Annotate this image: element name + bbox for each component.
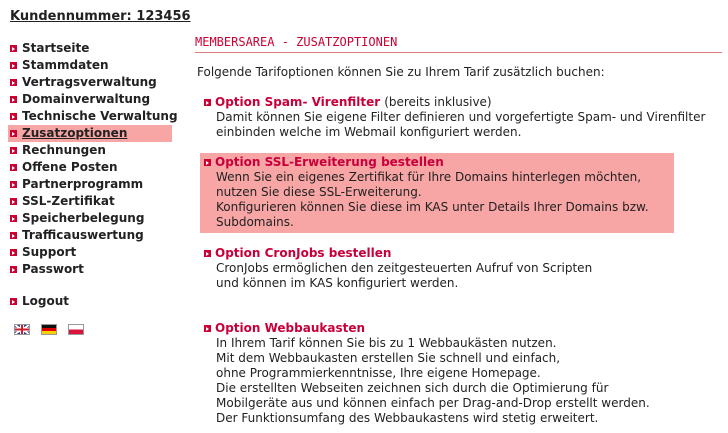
- description-line: einbinden welche im Webmail konfiguriert…: [216, 125, 522, 139]
- nav-item-label: Technische Verwaltung: [22, 109, 178, 123]
- arrow-bullet-icon: [10, 147, 17, 154]
- description-line: nutzen Sie diese SSL-Erweiterung.: [216, 185, 422, 199]
- english-flag-icon[interactable]: [14, 324, 30, 335]
- arrow-bullet-icon: [10, 113, 17, 120]
- nav-item-trafficauswertung[interactable]: Trafficauswertung: [8, 227, 172, 244]
- option-description: Wenn Sie ein eigenes Zertifikat für Ihre…: [204, 170, 670, 230]
- nav-item-label: Domainverwaltung: [22, 92, 151, 106]
- nav-item-label: Stammdaten: [22, 58, 109, 72]
- arrow-bullet-icon: [10, 232, 17, 239]
- description-line: Der Funktionsumfang des Webbaukastens wi…: [216, 411, 599, 425]
- description-line: In Ihrem Tarif können Sie bis zu 1 Webba…: [216, 336, 557, 350]
- arrow-bullet-icon: [10, 130, 17, 137]
- language-selector: [14, 324, 84, 335]
- description-line: und können im KAS konfiguriert werden.: [216, 276, 459, 290]
- arrow-bullet-icon: [10, 181, 17, 188]
- arrow-bullet-icon: [10, 96, 17, 103]
- arrow-bullet-icon: [204, 325, 211, 332]
- intro-text: Folgende Tarifoptionen können Sie zu Ihr…: [197, 65, 605, 79]
- arrow-bullet-icon: [10, 45, 17, 52]
- customer-number: Kundennummer: 123456: [10, 9, 191, 24]
- option-link-cronjobs[interactable]: Option CronJobs bestellen: [204, 246, 670, 261]
- nav-item-partnerprogramm[interactable]: Partnerprogramm: [8, 176, 172, 193]
- nav-item-label: Partnerprogramm: [22, 177, 144, 191]
- nav-item-label: Offene Posten: [22, 160, 118, 174]
- option-webbaukasten: Option Webbaukasten In Ihrem Tarif könne…: [200, 319, 674, 429]
- arrow-bullet-icon: [204, 159, 211, 166]
- option-description: Damit können Sie eigene Filter definiere…: [204, 110, 706, 140]
- option-spam-virenfilter: Option Spam- Virenfilter (bereits inklus…: [200, 93, 706, 143]
- description-line: Wenn Sie ein eigenes Zertifikat für Ihre…: [216, 170, 642, 184]
- option-link-spam-virenfilter[interactable]: Option Spam- Virenfilter (bereits inklus…: [204, 95, 670, 110]
- arrow-bullet-icon: [10, 249, 17, 256]
- option-title: Option Webbaukasten: [215, 321, 366, 335]
- nav-item-label: Zusatzoptionen: [22, 126, 128, 140]
- option-title: Option CronJobs bestellen: [215, 246, 392, 260]
- nav-item-support[interactable]: Support: [8, 244, 172, 261]
- description-line: Die erstellten Webseiten zeichnen sich d…: [216, 381, 609, 395]
- option-title: Option SSL-Erweiterung bestellen: [215, 155, 444, 169]
- option-ssl-erweiterung: Option SSL-Erweiterung bestellen Wenn Si…: [200, 153, 674, 233]
- description-line: Damit können Sie eigene Filter definiere…: [216, 110, 706, 124]
- option-title: Option Spam- Virenfilter: [215, 95, 381, 109]
- german-flag-icon[interactable]: [41, 324, 57, 335]
- nav-item-label: Support: [22, 245, 77, 259]
- nav-item-vertragsverwaltung[interactable]: Vertragsverwaltung: [8, 74, 172, 91]
- nav-item-stammdaten[interactable]: Stammdaten: [8, 57, 172, 74]
- arrow-bullet-icon: [10, 79, 17, 86]
- description-line: CronJobs ermöglichen den zeitgesteuerten…: [216, 261, 593, 275]
- polish-flag-icon[interactable]: [68, 324, 84, 335]
- arrow-bullet-icon: [10, 62, 17, 69]
- description-line: ohne Programmierkenntnisse, Ihre eigene …: [216, 366, 541, 380]
- nav-item-passwort[interactable]: Passwort: [8, 261, 172, 278]
- option-note: (bereits inklusive): [384, 95, 492, 109]
- description-line: Subdomains.: [216, 215, 294, 229]
- option-description: CronJobs ermöglichen den zeitgesteuerten…: [204, 261, 670, 291]
- arrow-bullet-icon: [10, 164, 17, 171]
- nav-item-label: Trafficauswertung: [22, 228, 144, 242]
- nav-item-label: Speicherbelegung: [22, 211, 145, 225]
- arrow-bullet-icon: [204, 250, 211, 257]
- nav-item-offene-posten[interactable]: Offene Posten: [8, 159, 172, 176]
- nav-item-label: Rechnungen: [22, 143, 106, 157]
- nav-item-speicherbelegung[interactable]: Speicherbelegung: [8, 210, 172, 227]
- option-link-webbaukasten[interactable]: Option Webbaukasten: [204, 321, 670, 336]
- nav-item-label: SSL-Zertifikat: [22, 194, 115, 208]
- arrow-bullet-icon: [10, 298, 17, 305]
- page-title: MEMBERSAREA - ZUSATZOPTIONEN: [195, 35, 722, 53]
- nav-item-label: Passwort: [22, 262, 84, 276]
- nav-item-zusatzoptionen[interactable]: Zusatzoptionen: [8, 125, 172, 142]
- description-line: Mobilgeräte aus und können einfach per D…: [216, 396, 650, 410]
- nav-item-technische-verwaltung[interactable]: Technische Verwaltung: [8, 108, 178, 125]
- nav-item-rechnungen[interactable]: Rechnungen: [8, 142, 172, 159]
- arrow-bullet-icon: [10, 215, 17, 222]
- nav-item-startseite[interactable]: Startseite: [8, 40, 172, 57]
- nav-item-label: Logout: [22, 294, 70, 308]
- nav-item-ssl-zertifikat[interactable]: SSL-Zertifikat: [8, 193, 172, 210]
- nav-item-logout[interactable]: Logout: [8, 293, 172, 310]
- description-line: Konfigurieren können Sie diese im KAS un…: [216, 200, 649, 214]
- option-cronjobs: Option CronJobs bestellen CronJobs ermög…: [200, 244, 674, 294]
- option-link-ssl-erweiterung[interactable]: Option SSL-Erweiterung bestellen: [204, 155, 670, 170]
- description-line: Mit dem Webbaukasten erstellen Sie schne…: [216, 351, 561, 365]
- arrow-bullet-icon: [204, 99, 211, 106]
- nav-item-domainverwaltung[interactable]: Domainverwaltung: [8, 91, 172, 108]
- nav-item-label: Vertragsverwaltung: [22, 75, 157, 89]
- nav-item-label: Startseite: [22, 41, 90, 55]
- arrow-bullet-icon: [10, 198, 17, 205]
- option-description: In Ihrem Tarif können Sie bis zu 1 Webba…: [204, 336, 670, 426]
- sidebar-nav: Startseite Stammdaten Vertragsverwaltung…: [8, 40, 178, 310]
- arrow-bullet-icon: [10, 266, 17, 273]
